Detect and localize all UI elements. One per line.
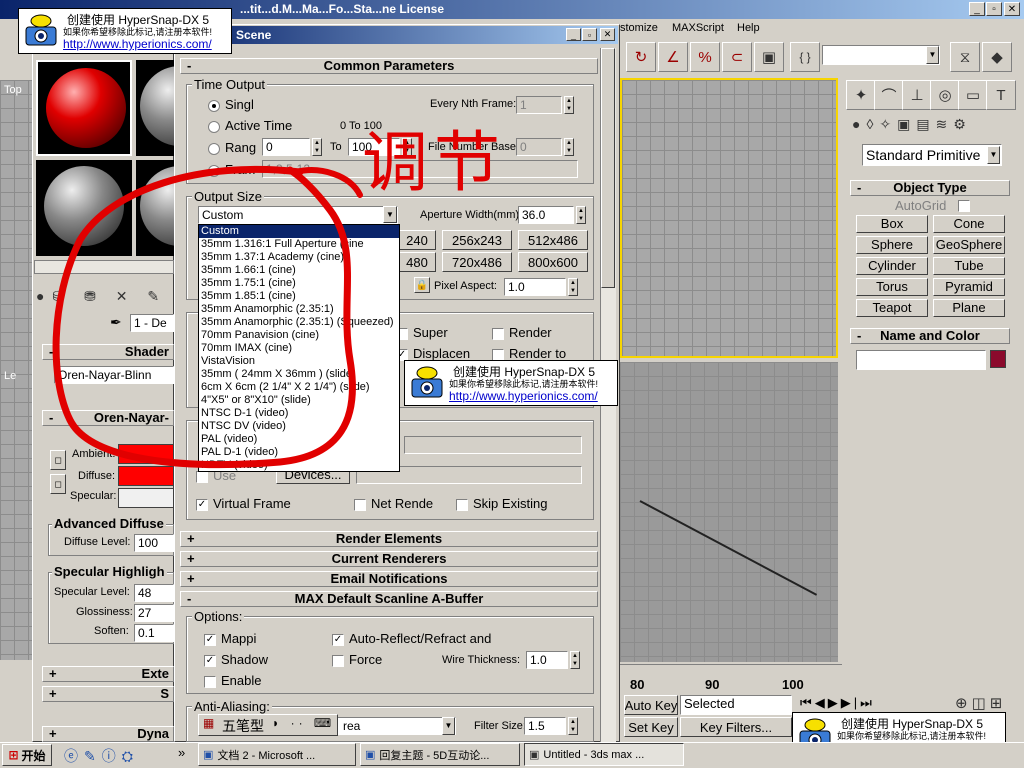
taskbar-item-label: 文档 2 - Microsoft ...: [217, 749, 316, 762]
taskbar-item-label: 回复主题 - 5D互动论...: [379, 749, 490, 762]
taskbar-item-label: Untitled - 3ds max ...: [543, 748, 645, 761]
camera-logo-icon: [411, 366, 443, 398]
start-label: 开始: [21, 748, 46, 763]
max-icon: ▣: [529, 749, 540, 761]
word-icon: ▣: [203, 749, 214, 761]
taskbar-item-word[interactable]: ▣ 文档 2 - Microsoft ...: [198, 743, 356, 766]
handwritten-annotation-text: 调节: [362, 124, 506, 201]
hypersnap-watermark-top: 创建使用 HyperSnap-DX 5 如果你希望移除此标记,请注册本软件! h…: [18, 8, 232, 54]
windows-logo-icon: ⊞: [8, 748, 19, 762]
hypersnap-url[interactable]: http://www.hyperionics.com/: [449, 389, 598, 403]
taskbar-item-3dsmax[interactable]: ▣ Untitled - 3ds max ...: [524, 743, 684, 766]
quick-launch-icons[interactable]: ⓔ✎ⓘ⛭: [64, 746, 139, 766]
camera-logo-icon: [25, 14, 57, 46]
quick-launch-more[interactable]: »: [178, 745, 185, 760]
browser-icon: ▣: [365, 749, 376, 761]
start-button[interactable]: ⊞ 开始: [2, 744, 52, 766]
taskbar-item-browser[interactable]: ▣ 回复主题 - 5D互动论...: [360, 743, 520, 766]
hypersnap-watermark-middle: 创建使用 HyperSnap-DX 5 如果你希望移除此标记,请注册本软件! h…: [404, 360, 618, 406]
hypersnap-url[interactable]: http://www.hyperionics.com/: [63, 37, 212, 51]
